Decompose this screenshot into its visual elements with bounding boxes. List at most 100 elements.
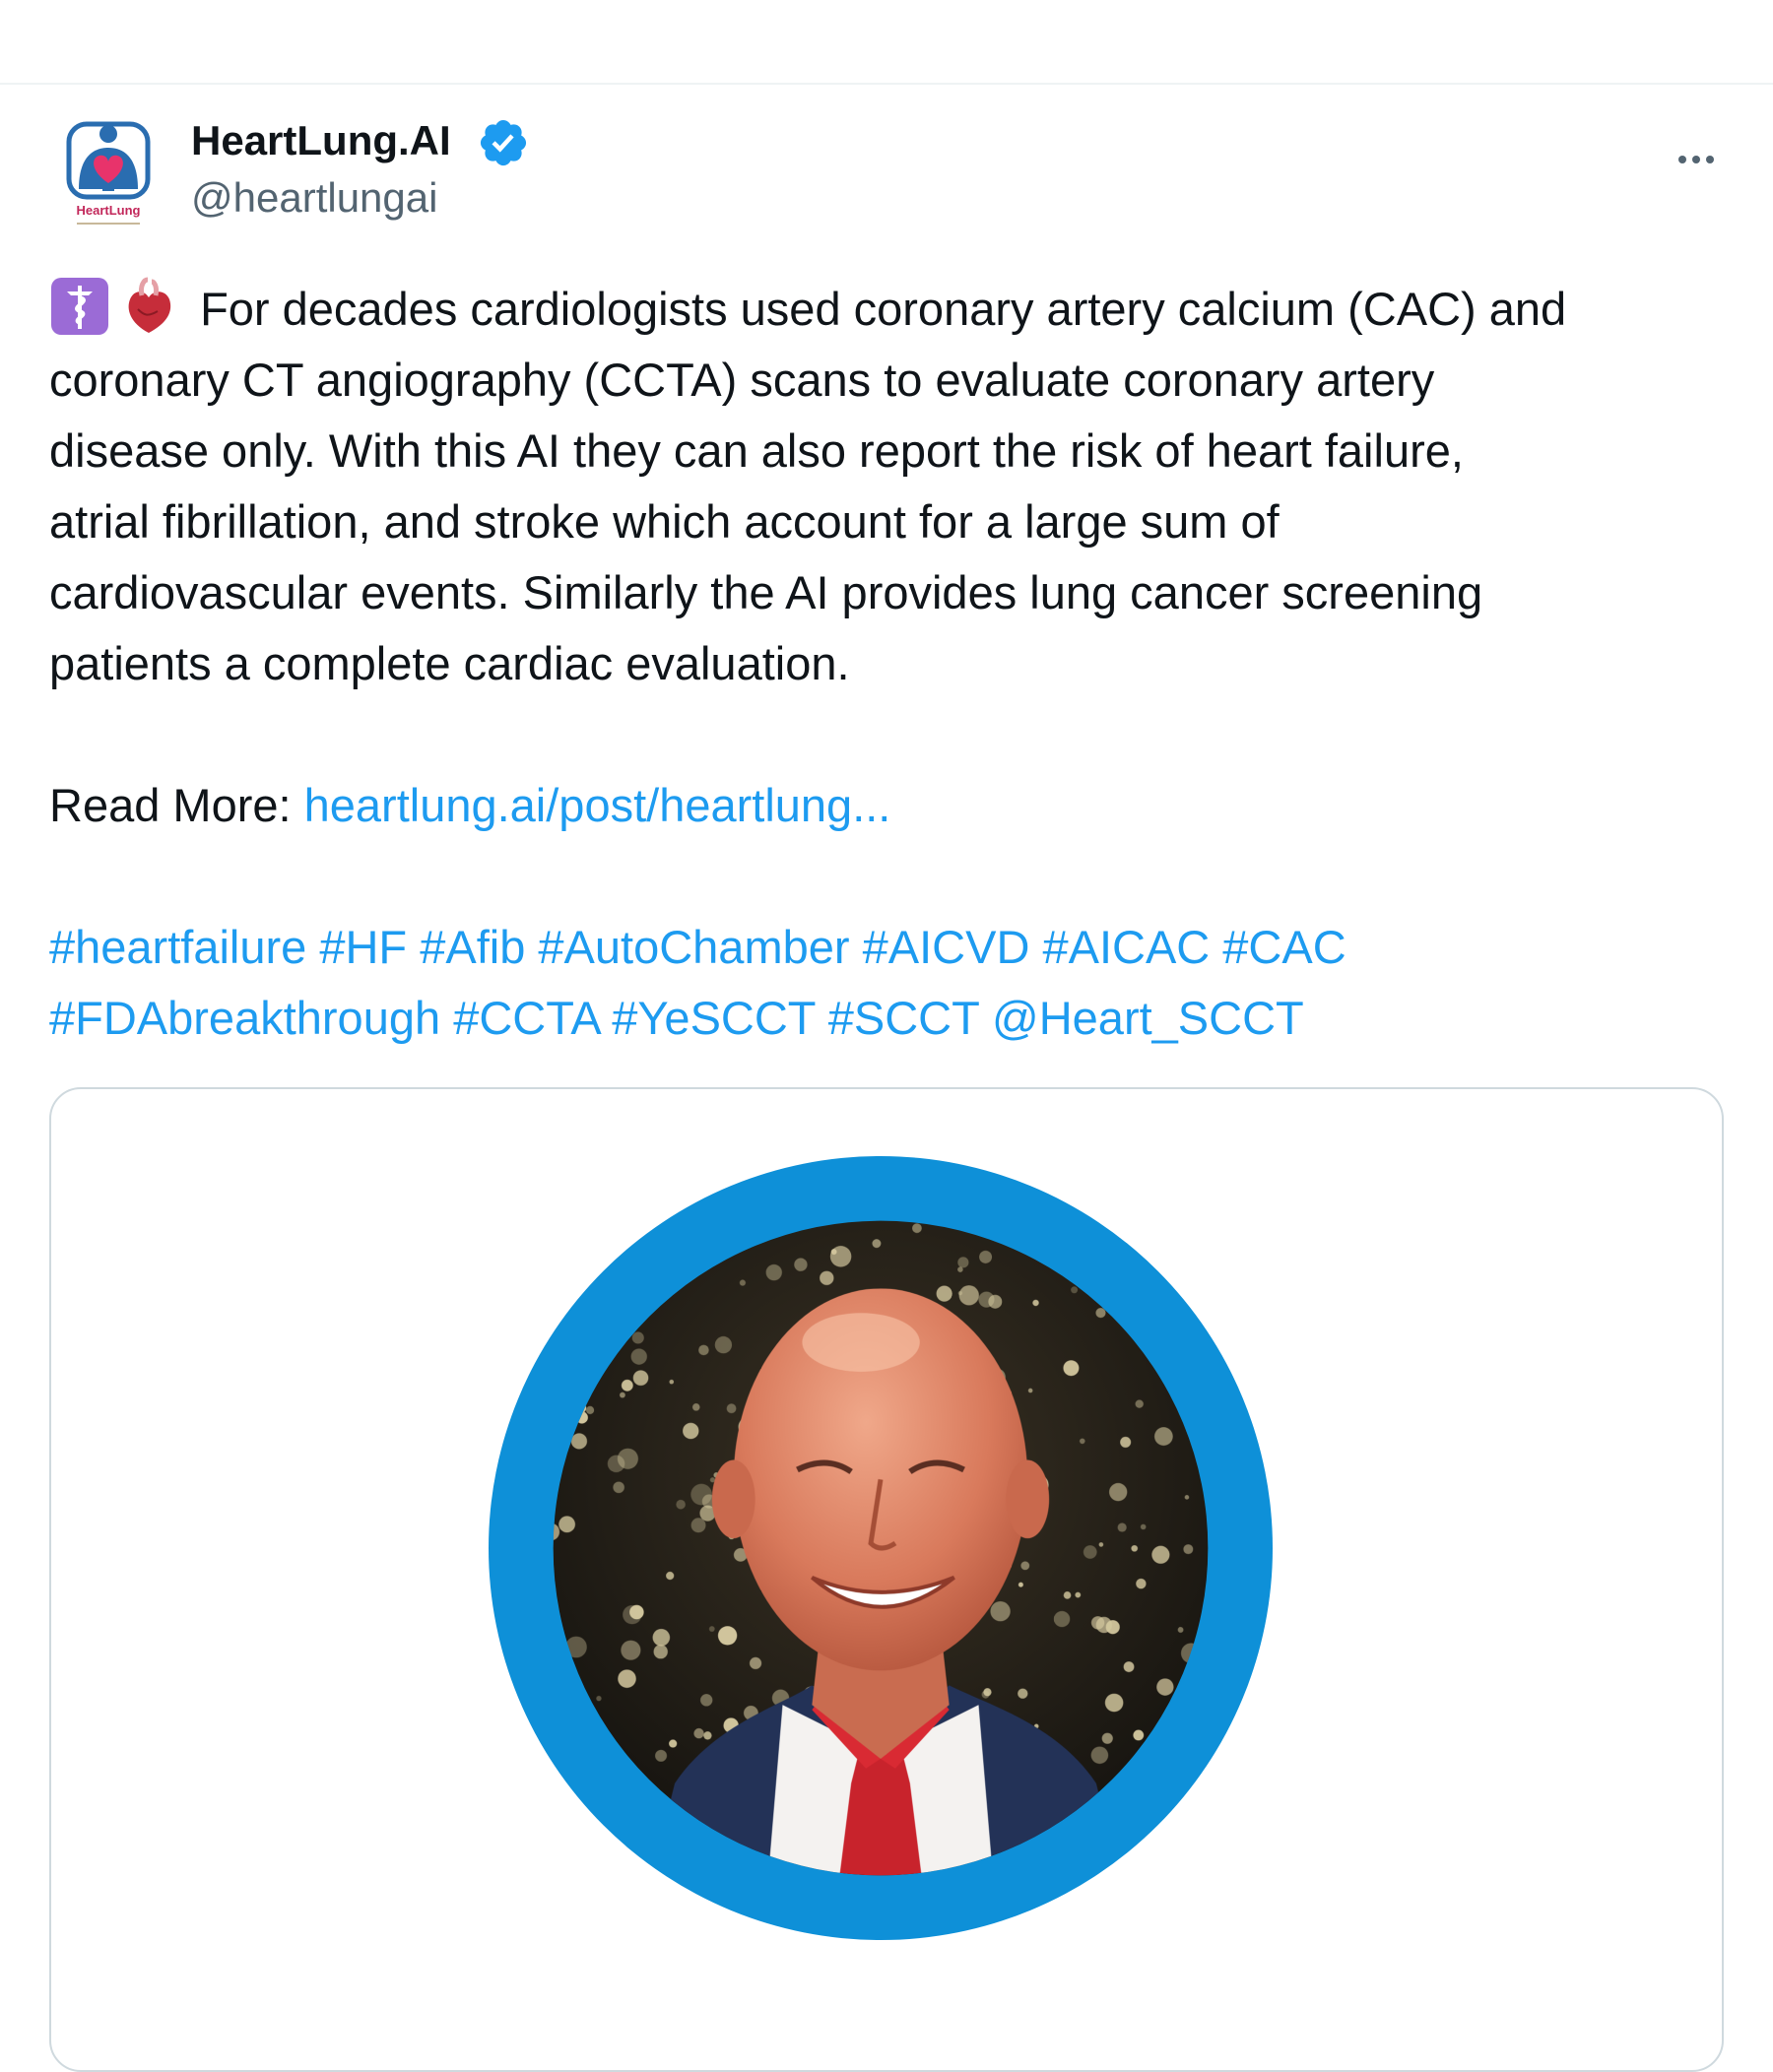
bokeh-light <box>700 1694 713 1707</box>
bokeh-light <box>627 1220 645 1231</box>
hashtag-link[interactable]: #HF <box>319 921 407 973</box>
bokeh-light <box>957 1290 963 1296</box>
more-horizontal-icon[interactable] <box>1669 132 1724 187</box>
bokeh-light <box>630 1348 647 1365</box>
bokeh-light <box>1123 1661 1135 1672</box>
bokeh-light <box>690 1518 706 1533</box>
bokeh-light <box>1018 1582 1023 1587</box>
bokeh-light <box>1104 1693 1124 1713</box>
post-line: cardiovascular events. Similarly the AI … <box>49 566 1483 618</box>
bokeh-light <box>830 1249 837 1255</box>
bokeh-light <box>1135 1399 1144 1408</box>
bokeh-light <box>1063 1591 1072 1599</box>
hashtag-line: #heartfailure #HF #Afib #AutoChamber #AI… <box>49 912 1743 983</box>
display-name[interactable]: HeartLung.AI <box>191 114 451 167</box>
bokeh-light <box>1184 1495 1190 1500</box>
mention-link[interactable]: @Heart_SCCT <box>992 992 1304 1044</box>
hashtag-link[interactable]: #FDAbreakthrough <box>49 992 440 1044</box>
bokeh-light <box>1101 1732 1113 1744</box>
bokeh-light <box>631 1331 644 1344</box>
bokeh-light <box>621 1640 641 1660</box>
bokeh-light <box>1075 1591 1082 1598</box>
bokeh-light <box>1131 1545 1138 1552</box>
bokeh-light <box>632 1370 649 1386</box>
bokeh-light <box>1136 1578 1147 1589</box>
post-line: atrial fibrillation, and stroke which ac… <box>49 495 1280 548</box>
bokeh-light <box>1109 1482 1128 1502</box>
bokeh-light <box>820 1270 834 1285</box>
bokeh-light <box>1176 1211 1186 1221</box>
bokeh-light <box>621 1379 633 1392</box>
bokeh-light <box>1140 1523 1147 1530</box>
medical-symbol-icon <box>51 278 108 335</box>
bokeh-light <box>990 1601 1011 1622</box>
hashtag-link[interactable]: #Afib <box>420 921 525 973</box>
bokeh-light <box>653 1645 668 1659</box>
bokeh-light <box>1027 1388 1033 1393</box>
bokeh-light <box>708 1626 715 1632</box>
bokeh-light <box>1156 1678 1174 1696</box>
heartlung-logo-icon[interactable]: HeartLung <box>57 118 160 232</box>
bokeh-light <box>570 1433 587 1450</box>
media-card[interactable] <box>49 1087 1724 2072</box>
bokeh-light <box>607 1455 625 1473</box>
bokeh-light <box>618 1669 636 1688</box>
bokeh-light <box>1183 1544 1194 1555</box>
bokeh-light <box>652 1628 671 1647</box>
bokeh-light <box>1133 1729 1145 1741</box>
bokeh-light <box>936 1285 952 1302</box>
bokeh-light <box>1083 1545 1097 1559</box>
read-more-line: Read More: heartlung.ai/post/heartlung..… <box>49 770 1743 841</box>
verified-badge-icon <box>480 119 527 166</box>
bokeh-light <box>739 1279 746 1286</box>
hashtag-link[interactable]: #AICAC <box>1042 921 1210 973</box>
bokeh-light <box>1186 1251 1206 1270</box>
bokeh-light <box>912 1223 922 1234</box>
svg-text:HeartLung: HeartLung <box>77 203 141 218</box>
bokeh-light <box>1151 1545 1170 1564</box>
hashtag-link[interactable]: #AICVD <box>863 921 1030 973</box>
bokeh-light <box>555 1291 572 1309</box>
bokeh-light <box>714 1335 733 1354</box>
bokeh-light <box>693 1727 704 1739</box>
bokeh-light <box>1120 1436 1132 1448</box>
hashtag-link[interactable]: #CAC <box>1222 921 1346 973</box>
bokeh-light <box>703 1731 712 1740</box>
bokeh-light <box>666 1571 675 1581</box>
bokeh-light <box>1117 1522 1127 1532</box>
bokeh-light <box>958 1285 979 1306</box>
bokeh-light <box>829 1246 852 1267</box>
post-line: disease only. With this AI they can also… <box>49 424 1464 477</box>
tweet: HeartLung HeartLung.AI @heartlungai For … <box>0 83 1773 2072</box>
hashtag-link[interactable]: #CCTA <box>453 992 599 1044</box>
hashtag-link[interactable]: #heartfailure <box>49 921 306 973</box>
handle[interactable]: @heartlungai <box>191 171 437 225</box>
bokeh-light <box>655 1749 667 1762</box>
bokeh-light <box>1095 1308 1106 1319</box>
profile-photo[interactable] <box>489 1156 1273 1940</box>
bokeh-light <box>613 1481 624 1494</box>
bokeh-light <box>749 1656 762 1669</box>
bokeh-light <box>1095 1616 1113 1634</box>
bokeh-light <box>1018 1688 1028 1699</box>
bokeh-light <box>698 1344 709 1356</box>
bokeh-light <box>1098 1542 1104 1547</box>
bokeh-light <box>1079 1438 1085 1445</box>
hashtag-link[interactable]: #YeSCCT <box>612 992 815 1044</box>
bokeh-light <box>620 1392 625 1398</box>
anatomical-heart-icon <box>128 277 171 333</box>
bokeh-light <box>1063 1360 1080 1377</box>
hashtag-link[interactable]: #AutoChamber <box>538 921 849 973</box>
bokeh-light <box>1090 1746 1109 1764</box>
read-more-link[interactable]: heartlung.ai/post/heartlung... <box>304 779 891 831</box>
bokeh-light <box>1071 1286 1079 1294</box>
read-more-label: Read More: <box>49 779 292 831</box>
post-text: For decades cardiologists used coronary … <box>49 274 1743 1054</box>
bokeh-light <box>683 1422 699 1440</box>
bokeh-light <box>726 1403 737 1414</box>
post-line: patients a complete cardiac evaluation. <box>49 637 850 689</box>
hashtag-link[interactable]: #SCCT <box>828 992 979 1044</box>
bokeh-light <box>1053 1610 1071 1628</box>
bokeh-light <box>1032 1299 1039 1307</box>
bokeh-light <box>676 1499 686 1510</box>
